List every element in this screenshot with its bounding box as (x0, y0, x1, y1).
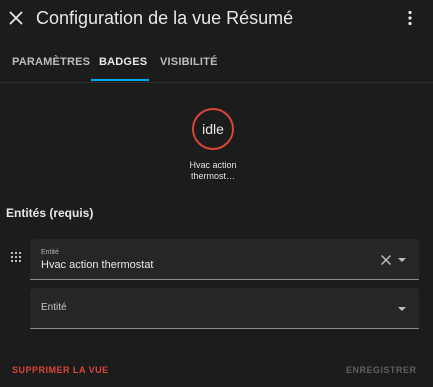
entity-field-2[interactable]: Entité (30, 288, 419, 329)
close-icon (9, 11, 23, 25)
entity-field-label: Entité (41, 302, 67, 313)
tab-visibilite[interactable]: VISIBILITÉ (160, 56, 218, 68)
dialog-header: Configuration de la vue Résumé (0, 0, 433, 38)
clear-icon[interactable] (380, 254, 392, 266)
tab-parametres[interactable]: PARAMÈTRES (12, 56, 90, 68)
drag-handle[interactable] (9, 251, 23, 265)
badge-name-label: Hvac action thermost… (189, 160, 237, 181)
entity-field-value[interactable]: Hvac action thermostat (41, 259, 154, 271)
dropdown-arrow-icon[interactable] (397, 255, 407, 265)
entity-field-label: Entité (41, 249, 59, 256)
drag-handle-icon (11, 252, 21, 262)
badge-state-text: idle (202, 121, 224, 137)
more-vertical-icon (408, 10, 412, 26)
entity-field-1[interactable]: Entité Hvac action thermostat (30, 239, 419, 280)
tab-bar: PARAMÈTRES BADGES VISIBILITÉ (0, 46, 433, 83)
close-button[interactable] (6, 8, 26, 28)
active-tab-indicator (91, 79, 149, 81)
tab-badges[interactable]: BADGES (99, 56, 147, 68)
dropdown-arrow-icon[interactable] (397, 304, 407, 314)
dialog-title: Configuration de la vue Résumé (36, 8, 294, 28)
state-badge[interactable]: idle (192, 108, 234, 150)
more-options-button[interactable] (400, 8, 420, 28)
delete-view-button[interactable]: SUPPRIMER LA VUE (12, 365, 109, 375)
entities-section-title: Entités (requis) (6, 206, 94, 220)
save-button[interactable]: ENREGISTRER (346, 365, 417, 375)
